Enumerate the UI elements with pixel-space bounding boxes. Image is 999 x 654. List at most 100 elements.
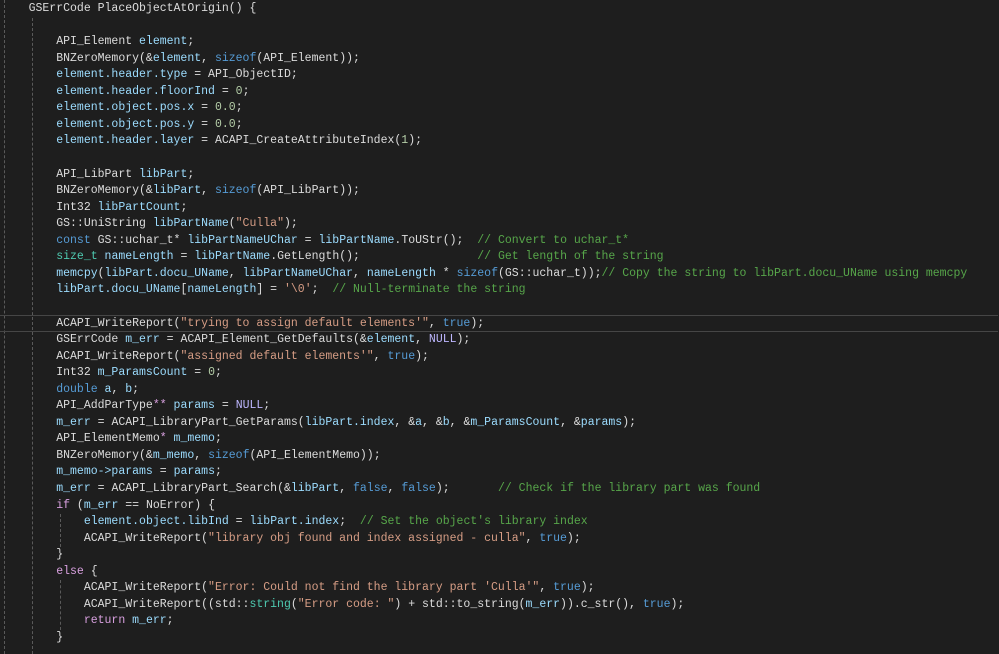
code-token: libPart.index: [249, 515, 340, 529]
code-token: = ACAPI_LibraryPart_Search(&: [90, 481, 291, 495]
code-line[interactable]: }: [1, 630, 999, 647]
code-token: m_err: [56, 481, 91, 495]
code-line[interactable]: element.header.floorInd = 0;: [1, 84, 999, 101]
code-line[interactable]: BNZeroMemory(&m_memo, sizeof(API_Element…: [1, 448, 999, 465]
code-token: =: [173, 250, 195, 264]
code-token: m_ParamsCount: [470, 415, 561, 429]
code-line[interactable]: API_ElementMemo* m_memo;: [1, 431, 999, 448]
code-line[interactable]: API_AddParType** params = NULL;: [1, 398, 999, 415]
code-token: m_ParamsCount: [97, 366, 188, 380]
code-token: // Check if the library part was found: [497, 481, 761, 495]
code-line[interactable]: Int32 m_ParamsCount = 0;: [1, 365, 999, 382]
code-token: );: [283, 217, 298, 231]
code-token: );: [470, 317, 485, 331]
code-token: ;: [235, 101, 243, 115]
code-token: return: [83, 614, 126, 628]
code-token: = API_ObjectID;: [187, 68, 298, 82]
code-token: API_ElementMemo: [1, 432, 160, 446]
current-code-line[interactable]: ACAPI_WriteReport("trying to assign defa…: [0, 315, 998, 332]
code-token: libPart: [290, 481, 340, 495]
code-line[interactable]: [1, 18, 999, 35]
code-line[interactable]: ACAPI_WriteReport("Error: Could not find…: [1, 580, 999, 597]
code-line[interactable]: m_err = ACAPI_LibraryPart_Search(&libPar…: [1, 481, 999, 498]
code-token: );: [622, 415, 637, 429]
code-line[interactable]: element.header.layer = ACAPI_CreateAttri…: [1, 133, 999, 150]
code-token: = ACAPI_LibraryPart_GetParams(: [90, 415, 305, 429]
code-line[interactable]: if (m_err == NoError) {: [1, 498, 999, 515]
code-token: true: [553, 581, 581, 595]
code-line[interactable]: size_t nameLength = libPartName.GetLengt…: [1, 249, 999, 266]
code-token: ,: [194, 448, 209, 462]
code-line[interactable]: API_Element element;: [1, 34, 999, 51]
code-token: 0: [208, 366, 215, 380]
code-token: );: [456, 333, 471, 346]
code-line[interactable]: GSErrCode m_err = ACAPI_Element_GetDefau…: [1, 332, 999, 349]
code-line[interactable]: Int32 libPartCount;: [1, 200, 999, 217]
code-line[interactable]: const GS::uchar_t* libPartNameUChar = li…: [1, 233, 999, 250]
code-line[interactable]: double a, b;: [1, 382, 999, 399]
code-token: ACAPI_WriteReport(: [1, 531, 209, 545]
code-line[interactable]: element.object.pos.y = 0.0;: [1, 117, 999, 134]
code-line[interactable]: BNZeroMemory(&element, sizeof(API_Elemen…: [1, 51, 999, 68]
code-token: string: [249, 597, 291, 611]
code-line[interactable]: ACAPI_WriteReport((std::string("Error co…: [1, 597, 999, 614]
code-token: (API_LibPart));: [256, 184, 360, 198]
code-token: (GS::uchar_t));: [497, 266, 602, 280]
code-line[interactable]: element.object.pos.x = 0.0;: [1, 100, 999, 117]
code-line[interactable]: else {: [1, 564, 999, 581]
code-token: GSErrCode: [1, 333, 126, 346]
code-token: );: [670, 597, 685, 611]
code-token: ACAPI_WriteReport(: [1, 317, 181, 331]
code-line[interactable]: API_LibPart libPart;: [1, 167, 999, 184]
code-line[interactable]: [1, 299, 999, 316]
code-line[interactable]: return m_err;: [1, 613, 999, 630]
code-token: element.object.pos.y: [56, 117, 195, 131]
code-line[interactable]: m_err = ACAPI_LibraryPart_GetParams(libP…: [1, 415, 999, 432]
code-line[interactable]: GS::UniString libPartName("Culla");: [1, 216, 999, 233]
code-line[interactable]: memcpy(libPart.docu_UName, libPartNameUC…: [1, 266, 999, 283]
code-line[interactable]: element.object.libInd = libPart.index; /…: [1, 514, 999, 531]
code-token: ,: [111, 382, 126, 396]
code-token: 0: [235, 84, 243, 98]
code-token: ,: [353, 266, 367, 280]
code-token: ;: [235, 117, 243, 131]
code-line[interactable]: [1, 150, 999, 167]
code-token: BNZeroMemory(&: [1, 184, 153, 198]
code-line[interactable]: m_memo->params = params;: [1, 464, 999, 481]
code-token: else: [56, 564, 84, 578]
code-token: .ToUStr();: [394, 233, 478, 247]
code-token: NULL: [235, 399, 264, 413]
code-token: ,: [539, 581, 554, 595]
code-token: element: [139, 35, 188, 49]
code-line[interactable]: GSErrCode PlaceObjectAtOrigin() {: [1, 1, 999, 18]
code-token: libPart: [139, 167, 188, 181]
code-line[interactable]: }: [1, 547, 999, 564]
code-line[interactable]: ACAPI_WriteReport("assigned default elem…: [1, 349, 999, 366]
code-token: // Null-terminate the string: [332, 283, 526, 297]
code-editor[interactable]: GSErrCode PlaceObjectAtOrigin() { API_El…: [0, 0, 999, 654]
code-token: *: [435, 266, 457, 280]
code-line[interactable]: BNZeroMemory(&libPart, sizeof(API_LibPar…: [1, 183, 999, 200]
code-token: GS::uchar_t*: [90, 233, 188, 247]
code-token: API_AddParType: [1, 399, 153, 413]
code-line[interactable]: ACAPI_WriteReport("library obj found and…: [1, 531, 999, 548]
code-token: nameLength: [366, 266, 436, 280]
code-line[interactable]: libPart.docu_UName[nameLength] = '\0'; /…: [1, 282, 999, 299]
code-line[interactable]: element.header.type = API_ObjectID;: [1, 67, 999, 84]
code-token: API_Element: [1, 35, 140, 49]
code-token: '\0': [283, 283, 312, 297]
code-token: element: [366, 333, 416, 346]
code-token: a: [415, 415, 423, 429]
code-token: true: [442, 317, 471, 331]
code-token: );: [580, 581, 595, 595]
code-token: = ACAPI_Element_GetDefaults(&: [159, 333, 367, 346]
code-token: , &: [394, 415, 416, 429]
